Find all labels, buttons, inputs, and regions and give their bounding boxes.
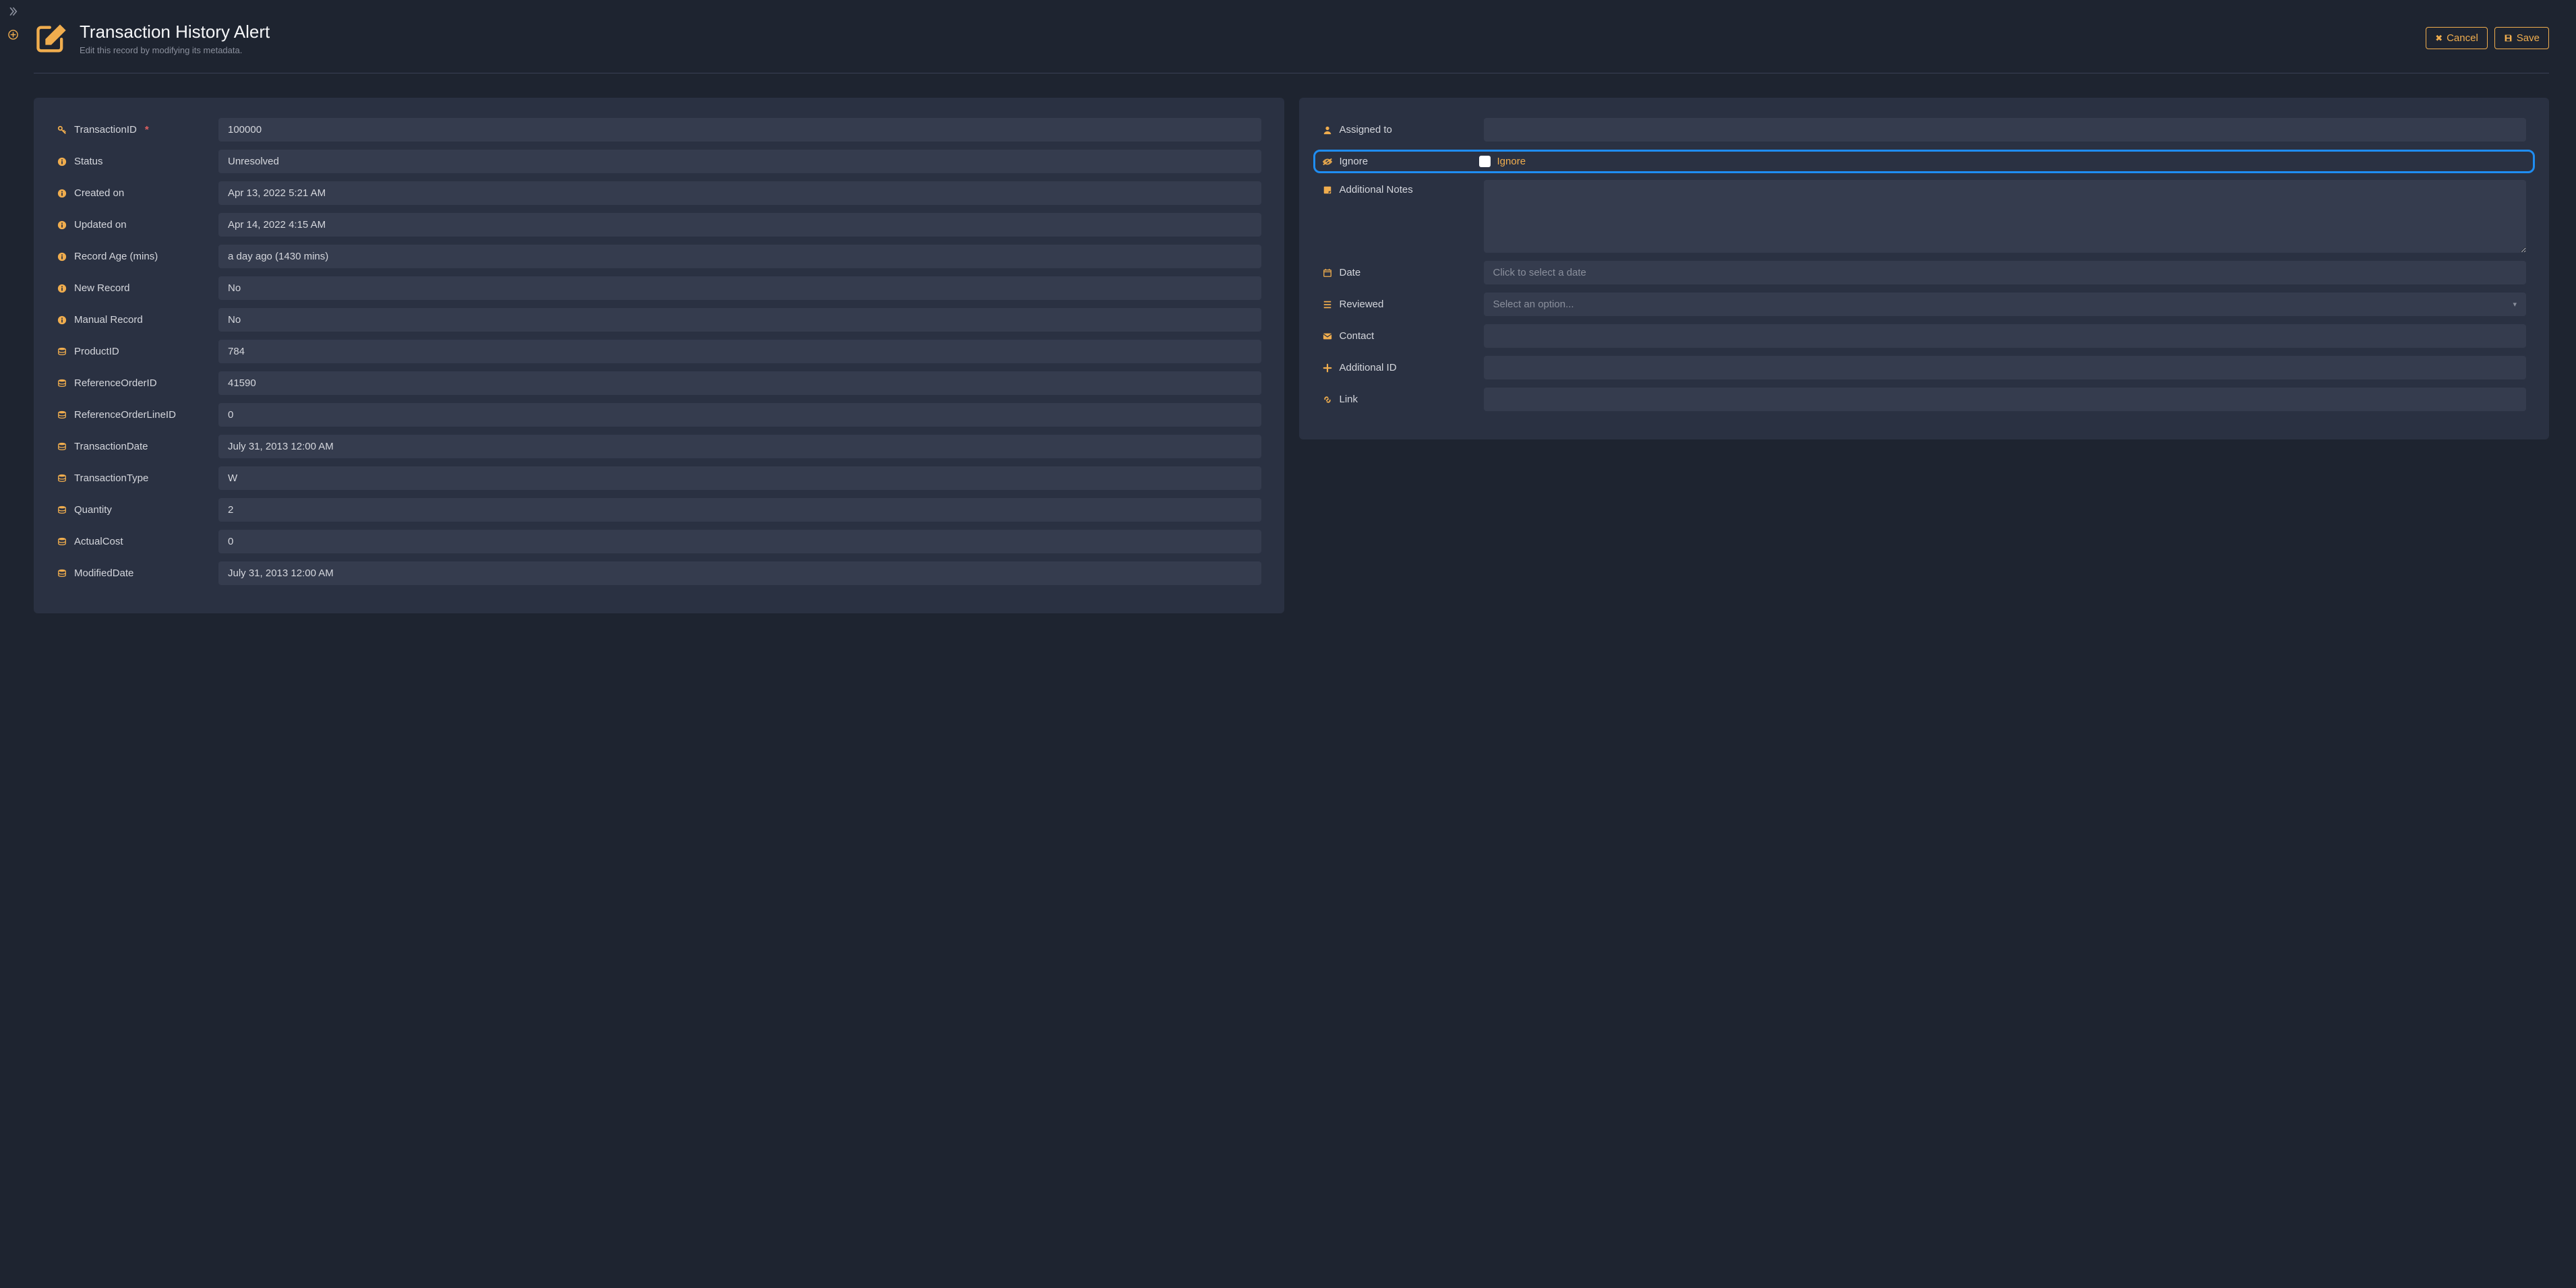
database-icon <box>57 442 67 452</box>
field-label: Additional ID <box>1340 362 1397 373</box>
database-icon <box>57 569 67 578</box>
cancel-button[interactable]: ✖ Cancel <box>2426 27 2488 49</box>
info-icon <box>57 189 67 198</box>
info-icon <box>57 220 67 230</box>
database-icon <box>57 347 67 357</box>
field-label: Additional Notes <box>1340 184 1413 195</box>
chevron-down-icon: ▾ <box>2513 300 2517 309</box>
link-icon <box>1322 395 1333 404</box>
updated-on-field[interactable] <box>218 213 1261 237</box>
field-label: Updated on <box>74 219 127 231</box>
field-label: Date <box>1340 267 1361 278</box>
database-icon <box>57 474 67 483</box>
list-icon <box>1322 300 1333 309</box>
close-icon: ✖ <box>2435 33 2443 44</box>
link-field[interactable] <box>1484 388 2527 411</box>
modified-date-field[interactable] <box>218 561 1261 585</box>
envelope-icon <box>1322 332 1333 341</box>
reviewed-select[interactable]: Select an option... ▾ <box>1484 293 2527 316</box>
field-label: New Record <box>74 282 130 294</box>
field-label: ReferenceOrderID <box>74 377 157 389</box>
info-icon <box>57 315 67 325</box>
record-age-field[interactable] <box>218 245 1261 268</box>
reference-order-line-id-field[interactable] <box>218 403 1261 427</box>
field-label: TransactionDate <box>74 441 148 452</box>
info-icon <box>57 157 67 166</box>
page-header: Transaction History Alert Edit this reco… <box>34 22 2549 73</box>
calendar-icon <box>1322 268 1333 278</box>
ignore-checkbox-label[interactable]: Ignore <box>1497 156 1526 167</box>
page-subtitle: Edit this record by modifying its metada… <box>80 45 270 55</box>
actual-cost-field[interactable] <box>218 530 1261 553</box>
expand-sidebar-icon[interactable] <box>8 7 18 16</box>
additional-id-field[interactable] <box>1484 356 2527 379</box>
user-icon <box>1322 125 1333 135</box>
manual-record-field[interactable] <box>218 308 1261 332</box>
field-label: Contact <box>1340 330 1375 342</box>
edit-page-icon <box>34 22 69 57</box>
ignore-row-highlighted: Ignore Ignore <box>1313 150 2536 173</box>
plus-icon <box>1322 363 1333 373</box>
contact-field[interactable] <box>1484 324 2527 348</box>
field-label: ActualCost <box>74 536 123 547</box>
record-actions-panel: Assigned to Ignore Ignore Additional Not… <box>1299 98 2550 439</box>
date-field[interactable] <box>1484 261 2527 284</box>
database-icon <box>57 505 67 515</box>
new-record-field[interactable] <box>218 276 1261 300</box>
database-icon <box>57 537 67 547</box>
field-label: TransactionID <box>74 124 137 135</box>
field-label: Assigned to <box>1340 124 1392 135</box>
database-icon <box>57 410 67 420</box>
ignore-checkbox[interactable] <box>1479 156 1491 167</box>
field-label: Link <box>1340 394 1358 405</box>
save-button[interactable]: Save <box>2494 27 2549 49</box>
page-title: Transaction History Alert <box>80 22 270 42</box>
additional-notes-field[interactable] <box>1484 180 2527 253</box>
quantity-field[interactable] <box>218 498 1261 522</box>
transaction-id-field[interactable] <box>218 118 1261 142</box>
required-indicator: * <box>145 124 149 135</box>
status-field[interactable] <box>218 150 1261 173</box>
field-label: Created on <box>74 187 124 199</box>
reference-order-id-field[interactable] <box>218 371 1261 395</box>
field-label: Status <box>74 156 103 167</box>
field-label: Manual Record <box>74 314 143 326</box>
sidebar-rail <box>0 0 26 1288</box>
field-label: Quantity <box>74 504 112 516</box>
record-details-panel: TransactionID * Status Created on Updated… <box>34 98 1284 613</box>
save-icon <box>2504 34 2513 42</box>
product-id-field[interactable] <box>218 340 1261 363</box>
database-icon <box>57 379 67 388</box>
note-icon <box>1322 185 1333 195</box>
field-label: ReferenceOrderLineID <box>74 409 176 421</box>
field-label: TransactionType <box>74 472 148 484</box>
info-icon <box>57 252 67 262</box>
add-record-icon[interactable] <box>8 30 18 40</box>
transaction-date-field[interactable] <box>218 435 1261 458</box>
field-label: ModifiedDate <box>74 568 133 579</box>
field-label: Ignore <box>1340 156 1369 167</box>
select-placeholder: Select an option... <box>1493 299 1574 310</box>
field-label: ProductID <box>74 346 119 357</box>
created-on-field[interactable] <box>218 181 1261 205</box>
assigned-to-field[interactable] <box>1484 118 2527 142</box>
eye-slash-icon <box>1322 157 1333 166</box>
field-label: Record Age (mins) <box>74 251 158 262</box>
transaction-type-field[interactable] <box>218 466 1261 490</box>
field-label: Reviewed <box>1340 299 1384 310</box>
info-icon <box>57 284 67 293</box>
key-icon <box>57 125 67 135</box>
